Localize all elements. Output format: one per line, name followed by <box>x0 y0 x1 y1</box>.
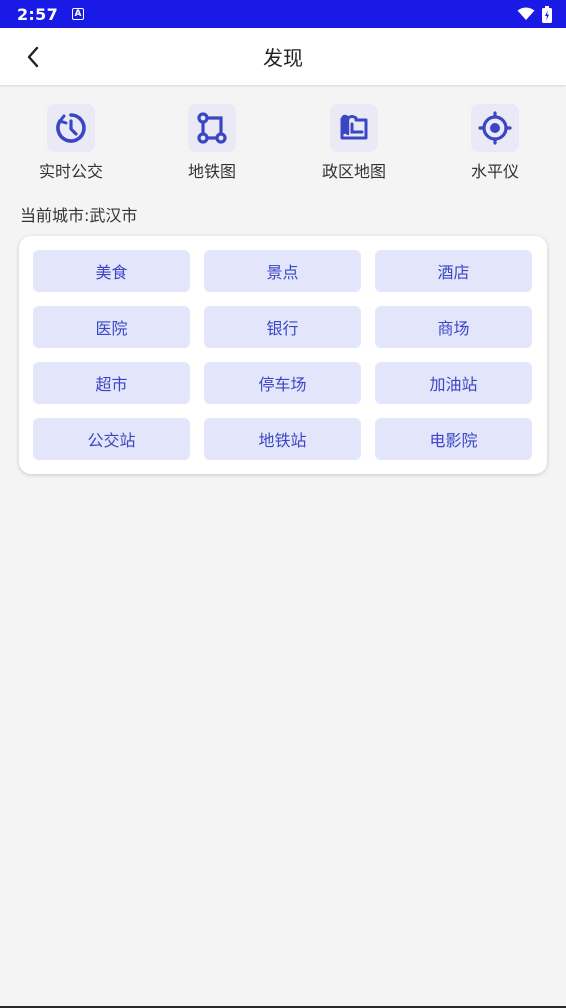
level-icon-box <box>471 104 519 152</box>
category-bus-stop-button[interactable]: 公交站 <box>33 418 190 460</box>
category-hospital-button[interactable]: 医院 <box>33 306 190 348</box>
category-hotel-button[interactable]: 酒店 <box>375 250 532 292</box>
tool-label: 地铁图 <box>187 162 236 181</box>
category-gas-station-button[interactable]: 加油站 <box>375 362 532 404</box>
status-time: 2:57 <box>17 4 58 24</box>
tool-level[interactable]: 水平仪 <box>435 100 555 182</box>
status-icons <box>517 5 552 23</box>
chevron-left-icon <box>27 46 39 68</box>
political-map-icon-box <box>330 104 378 152</box>
category-attractions-button[interactable]: 景点 <box>204 250 361 292</box>
back-button[interactable] <box>18 42 48 72</box>
battery-icon <box>542 5 552 23</box>
category-parking-button[interactable]: 停车场 <box>204 362 361 404</box>
notification-a-icon: A <box>72 8 84 20</box>
tool-label: 实时公交 <box>38 162 103 181</box>
metro-map-icon-box <box>188 104 236 152</box>
current-city-label: 当前城市:武汉市 <box>20 206 138 225</box>
status-bar: 2:57 A <box>0 0 566 28</box>
category-grid: 美食 景点 酒店 医院 银行 商场 超市 停车场 加油站 公交站 地铁站 电影院 <box>33 250 532 460</box>
page-title: 发现 <box>263 46 303 70</box>
category-cinema-button[interactable]: 电影院 <box>375 418 532 460</box>
category-card: 美食 景点 酒店 医院 银行 商场 超市 停车场 加油站 公交站 地铁站 电影院 <box>19 236 547 474</box>
tool-metro-map[interactable]: 地铁图 <box>152 100 272 182</box>
tool-realtime-bus[interactable]: 实时公交 <box>11 100 131 182</box>
tool-political-map[interactable]: 政区地图 <box>294 100 414 182</box>
metro-map-icon <box>197 112 227 144</box>
level-icon <box>478 111 512 145</box>
app-bar: 发现 <box>0 28 566 85</box>
tool-label: 政区地图 <box>321 162 386 181</box>
category-mall-button[interactable]: 商场 <box>375 306 532 348</box>
realtime-bus-icon <box>56 113 86 143</box>
category-supermarket-button[interactable]: 超市 <box>33 362 190 404</box>
category-food-button[interactable]: 美食 <box>33 250 190 292</box>
tool-label: 水平仪 <box>470 162 519 181</box>
tools-row: 实时公交 地铁图 政区地图 水平仪 <box>0 100 566 186</box>
realtime-bus-icon-box <box>47 104 95 152</box>
category-metro-station-button[interactable]: 地铁站 <box>204 418 361 460</box>
political-map-icon <box>340 114 368 140</box>
category-bank-button[interactable]: 银行 <box>204 306 361 348</box>
wifi-icon <box>517 7 535 20</box>
